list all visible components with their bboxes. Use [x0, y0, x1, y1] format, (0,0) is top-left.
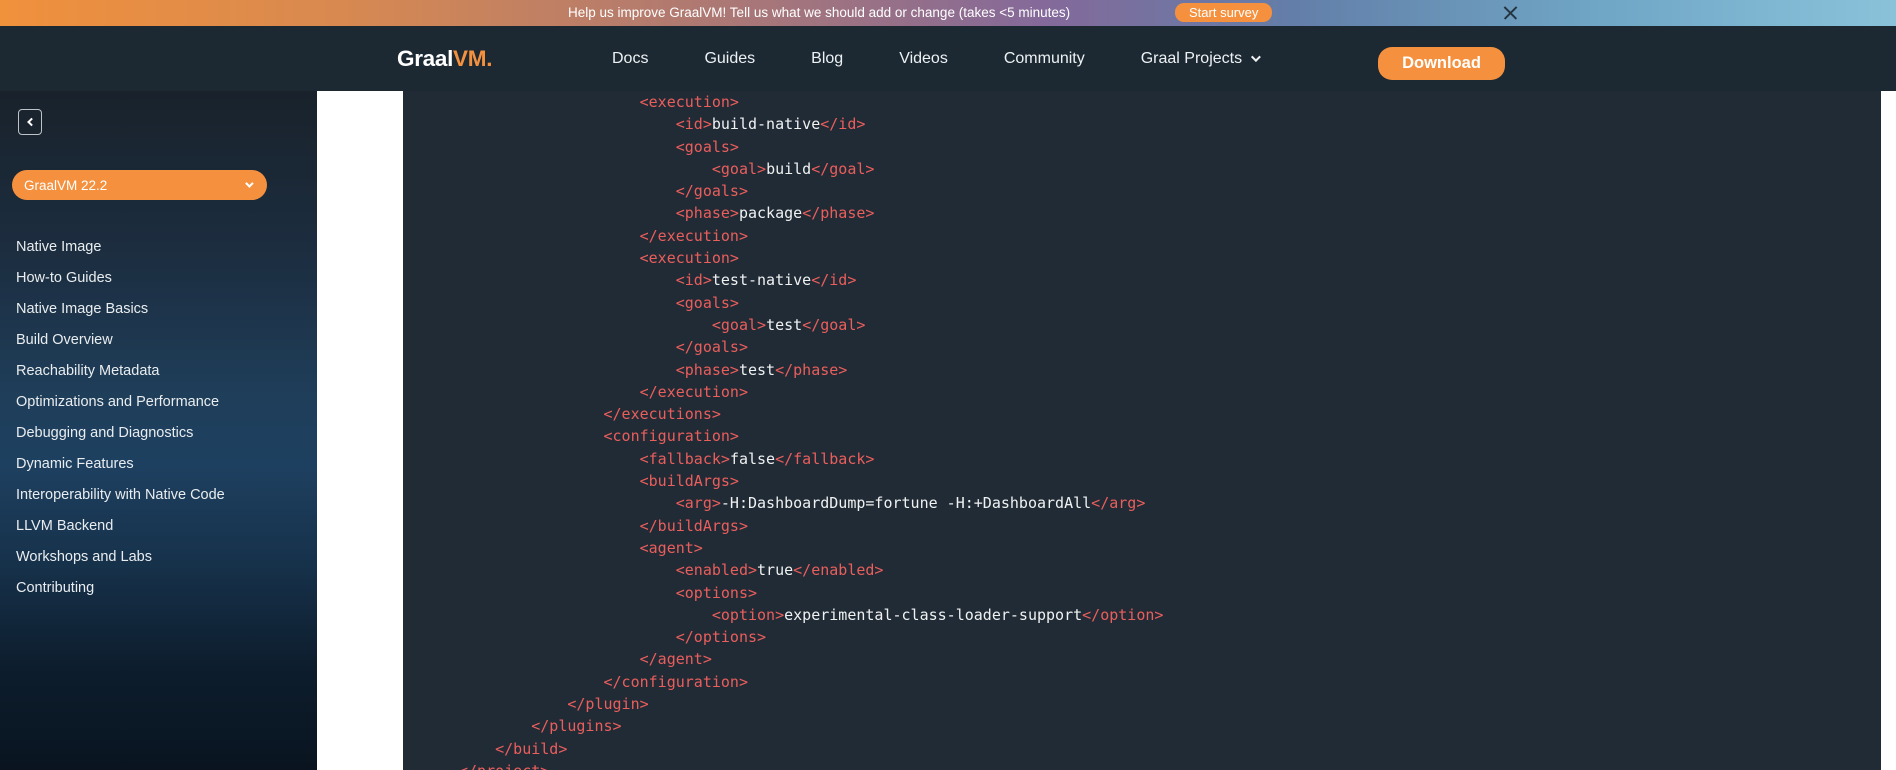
code-line: <arg>-H:DashboardDump=fortune -H:+Dashbo…	[675, 494, 1146, 513]
code-line: <agent>	[639, 538, 703, 557]
code-line: </plugins>	[531, 717, 622, 736]
code-line: <execution>	[639, 93, 739, 111]
sidebar-collapse-button[interactable]	[18, 109, 42, 135]
sidebar-item-debugging-and-diagnostics[interactable]: Debugging and Diagnostics	[0, 418, 317, 449]
code-line: </agent>	[639, 650, 712, 669]
logo-text-dot: .	[486, 45, 493, 71]
chevron-down-icon	[245, 179, 254, 188]
nav-menu-graal-projects[interactable]: Graal Projects	[1140, 49, 1261, 68]
graal-projects-label: Graal Projects	[1140, 49, 1243, 67]
version-dropdown[interactable]: GraalVM 22.2	[12, 170, 267, 200]
chevron-left-icon	[27, 117, 36, 127]
download-button[interactable]: Download	[1378, 47, 1505, 80]
survey-banner: Help us improve GraalVM! Tell us what we…	[0, 0, 1896, 26]
logo-text-graal: Graal	[397, 45, 454, 71]
code-line: <goal>build</goal>	[711, 159, 875, 178]
code-line: </execution>	[639, 226, 748, 245]
code-line: <option>experimental-class-loader-suppor…	[711, 605, 1164, 624]
sidebar: GraalVM 22.2 Native Image How-to Guides Na…	[0, 91, 317, 770]
code-line: <configuration>	[603, 427, 739, 446]
code-line: </options>	[675, 628, 767, 647]
code-line: <phase>test</phase>	[675, 360, 848, 379]
sidebar-item-workshops-and-labs[interactable]: Workshops and Labs	[0, 542, 317, 573]
code-line: <phase>package</phase>	[675, 204, 875, 223]
code-line: </build>	[495, 739, 568, 758]
code-line: </execution>	[639, 382, 748, 401]
top-navbar: Graal VM. Docs Guides Blog Videos Community Gr…	[0, 26, 1896, 91]
sidebar-item-native-image-basics[interactable]: Native Image Basics	[0, 294, 317, 325]
code-line: </project>	[459, 760, 1881, 770]
code-block: <execution> <id>build-native</id> <goals…	[403, 91, 1881, 770]
code-line: <execution>	[639, 249, 739, 268]
code-line: </executions>	[603, 405, 721, 424]
sidebar-item-native-image[interactable]: Native Image	[0, 232, 317, 263]
code-line: <id>test-native</id>	[675, 271, 857, 290]
code-line: </goals>	[675, 338, 748, 357]
close-icon[interactable]	[1502, 4, 1519, 21]
graalvm-logo[interactable]: Graal VM.	[397, 26, 492, 91]
sidebar-item-contributing[interactable]: Contributing	[0, 573, 317, 604]
nav-link-guides[interactable]: Guides	[704, 50, 755, 68]
code-line: <fallback>false</fallback>	[639, 449, 875, 468]
survey-banner-message: Help us improve GraalVM! Tell us what we…	[568, 5, 1071, 20]
nav-link-community[interactable]: Community	[1004, 50, 1085, 68]
code-line: <goals>	[675, 293, 739, 312]
nav-links: Docs Guides Blog Videos Community Graal Proje…	[612, 26, 1261, 91]
sidebar-item-optimizations-and-performance[interactable]: Optimizations and Performance	[0, 387, 317, 418]
nav-link-videos[interactable]: Videos	[899, 50, 948, 68]
code-line: <options>	[675, 583, 758, 602]
nav-link-blog[interactable]: Blog	[811, 50, 843, 68]
code-line: </plugin>	[567, 695, 649, 714]
code-line: <id>build-native</id>	[675, 115, 866, 134]
nav-link-docs[interactable]: Docs	[612, 50, 648, 68]
code-line: <buildArgs>	[639, 472, 739, 491]
sidebar-item-interoperability-with-native-code[interactable]: Interoperability with Native Code	[0, 480, 317, 511]
code-line: <goals>	[675, 137, 739, 156]
page: Help us improve GraalVM! Tell us what we…	[0, 0, 1896, 770]
chevron-down-icon	[1251, 52, 1261, 63]
code-line: </configuration>	[603, 672, 749, 691]
code-line: </goals>	[675, 182, 748, 201]
logo-text-vm: VM	[453, 45, 487, 71]
code-line: </buildArgs>	[639, 516, 748, 535]
version-dropdown-label: GraalVM 22.2	[24, 177, 108, 193]
sidebar-item-llvm-backend[interactable]: LLVM Backend	[0, 511, 317, 542]
sidebar-nav: Native Image How-to Guides Native Image Ba…	[0, 232, 317, 604]
pom-xml-code: <execution> <id>build-native</id> <goals…	[403, 91, 1881, 770]
sidebar-item-reachability-metadata[interactable]: Reachability Metadata	[0, 356, 317, 387]
code-line: <enabled>true</enabled>	[675, 561, 884, 580]
start-survey-button[interactable]: Start survey	[1175, 3, 1273, 22]
sidebar-item-how-to-guides[interactable]: How-to Guides	[0, 263, 317, 294]
sidebar-item-build-overview[interactable]: Build Overview	[0, 325, 317, 356]
code-line: <goal>test</goal>	[711, 315, 866, 334]
sidebar-item-dynamic-features[interactable]: Dynamic Features	[0, 449, 317, 480]
